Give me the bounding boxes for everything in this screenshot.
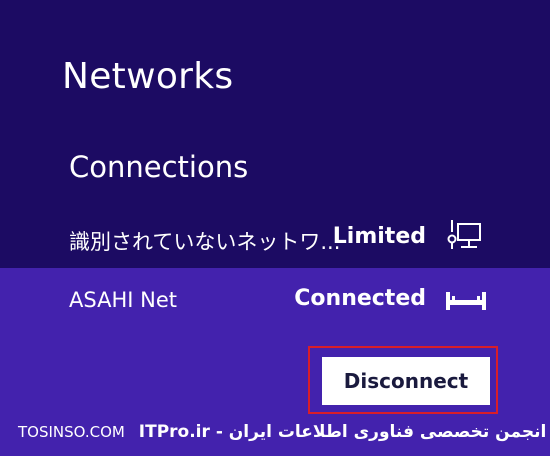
panel-title: Networks [62, 56, 234, 97]
network-item-unidentified[interactable]: 識別されていないネットワ... Limited [0, 206, 550, 270]
watermark-text: ITPro.ir - انجمن تخصصی فناوری اطلاعات ای… [138, 422, 547, 442]
network-status: Limited [332, 224, 426, 249]
wired-connection-icon [444, 288, 488, 316]
watermark: TOSINSO.COM ITPro.ir - انجمن تخصصی فناور… [18, 422, 546, 442]
network-name: 識別されていないネットワ... [69, 230, 341, 254]
limited-network-icon [444, 218, 484, 256]
network-name: ASAHI Net [69, 288, 177, 312]
disconnect-button[interactable]: Disconnect [322, 357, 490, 405]
connections-heading: Connections [69, 150, 249, 184]
network-status: Connected [294, 286, 426, 311]
watermark-site: TOSINSO.COM [18, 423, 125, 441]
